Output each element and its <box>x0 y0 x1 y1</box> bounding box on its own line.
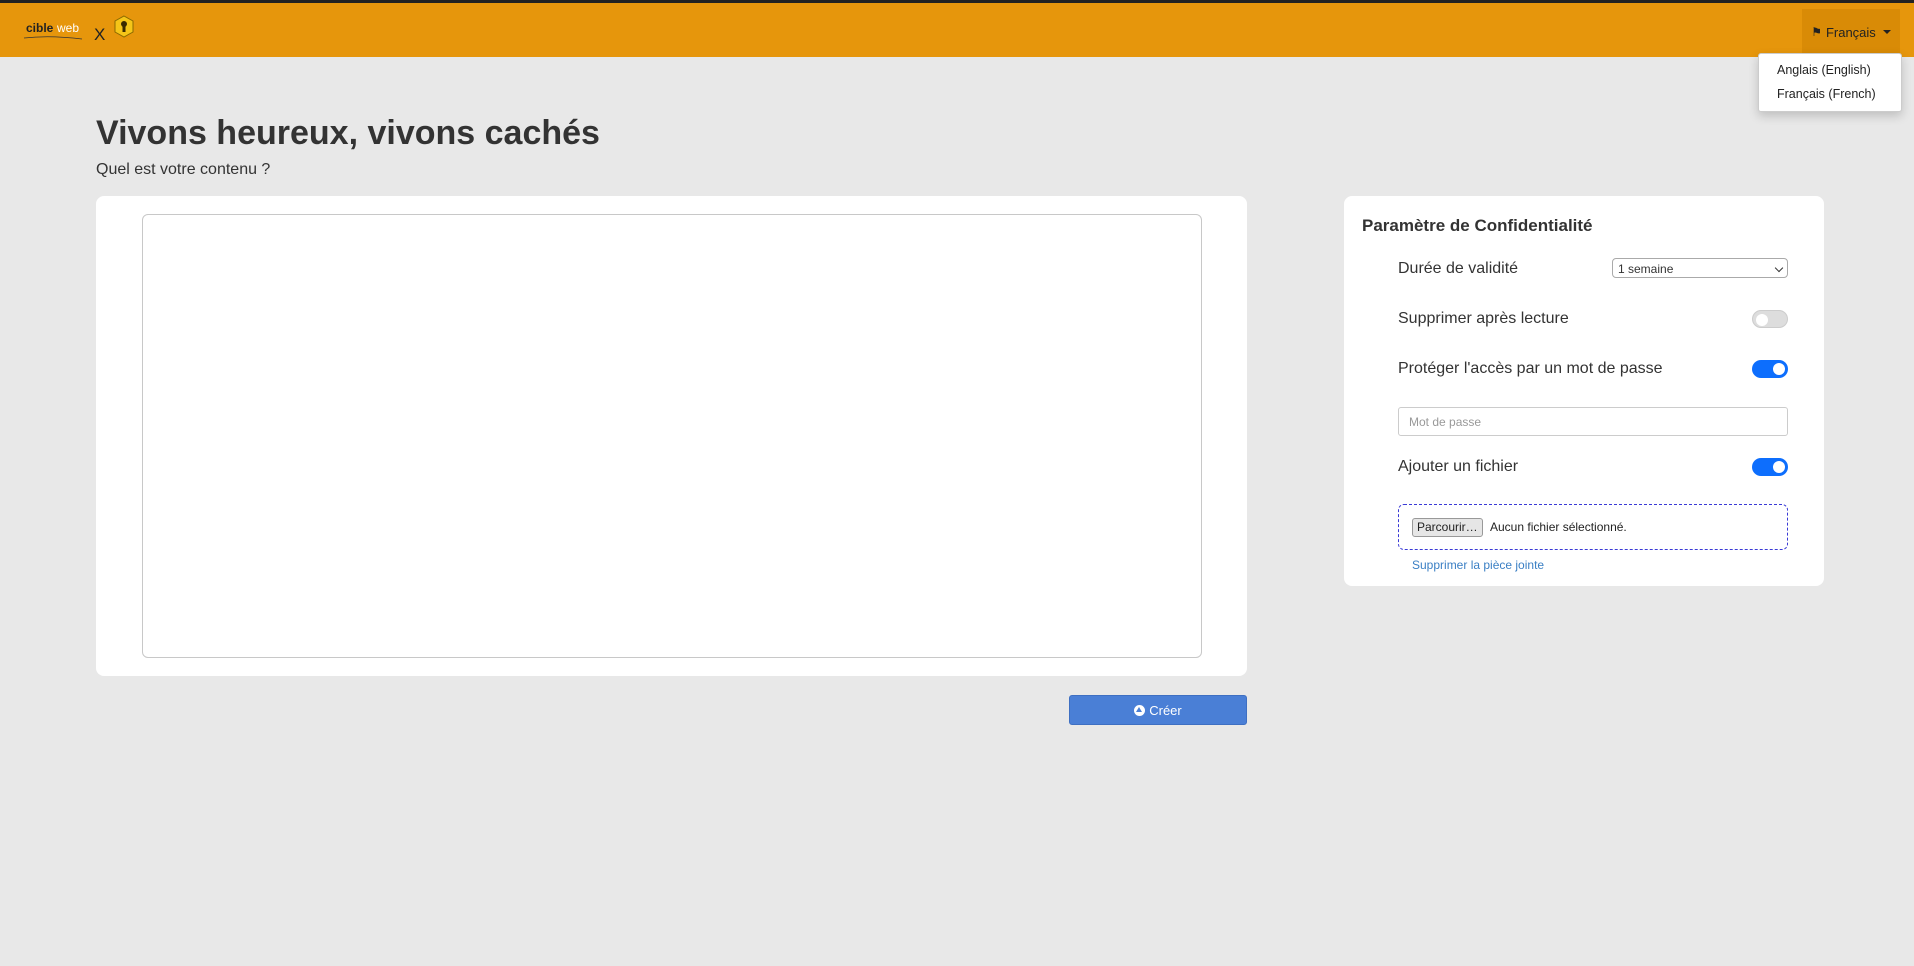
flag-icon: ⚑ <box>1811 25 1822 39</box>
language-button-label: Français <box>1825 24 1876 40</box>
toggle-knob <box>1773 461 1785 473</box>
delete-after-read-label: Supprimer après lecture <box>1398 310 1569 327</box>
content-panel <box>96 196 1247 676</box>
create-button[interactable]: Créer <box>1069 695 1247 725</box>
language-option-french[interactable]: Français (French) <box>1759 82 1901 106</box>
file-drop-zone[interactable]: Parcourir… Aucun fichier sélectionné. <box>1398 504 1788 550</box>
chevron-down-icon <box>1774 263 1784 273</box>
upload-circle-icon <box>1134 704 1146 716</box>
toggle-knob <box>1773 363 1785 375</box>
page-title: Vivons heureux, vivons cachés <box>96 114 600 152</box>
navbar: cible web X ⚑ Français <box>0 3 1914 57</box>
toggle-knob <box>1756 314 1768 326</box>
site-logo[interactable]: cible web X <box>20 13 142 47</box>
password-input[interactable] <box>1398 407 1788 436</box>
add-file-label: Ajouter un fichier <box>1398 458 1519 475</box>
validity-select[interactable]: 1 semaine <box>1612 258 1788 278</box>
language-menu: Anglais (English) Français (French) <box>1758 53 1902 112</box>
delete-after-read-toggle[interactable] <box>1752 310 1788 328</box>
language-option-english[interactable]: Anglais (English) <box>1759 58 1901 82</box>
add-file-toggle[interactable] <box>1752 458 1788 476</box>
remove-attachment-link[interactable]: Supprimer la pièce jointe <box>1412 558 1544 572</box>
logo-separator: X <box>94 25 105 44</box>
content-textarea[interactable] <box>142 214 1202 658</box>
file-status: Aucun fichier sélectionné. <box>1490 520 1627 534</box>
caret-down-icon <box>1882 30 1891 34</box>
validity-label: Durée de validité <box>1398 260 1519 277</box>
svg-text:cible: cible <box>26 21 54 35</box>
password-protect-toggle[interactable] <box>1752 360 1788 378</box>
create-button-label: Créer <box>1149 702 1182 718</box>
privacy-settings-panel: Paramètre de Confidentialité Durée de va… <box>1344 196 1824 586</box>
settings-title: Paramètre de Confidentialité <box>1362 216 1593 235</box>
language-dropdown-button[interactable]: ⚑ Français <box>1802 9 1900 55</box>
svg-text:web: web <box>56 21 79 35</box>
browse-button[interactable]: Parcourir… <box>1412 518 1483 537</box>
content-prompt: Quel est votre contenu ? <box>96 161 271 178</box>
password-protect-label: Protéger l'accès par un mot de passe <box>1398 360 1663 377</box>
validity-select-value: 1 semaine <box>1618 262 1674 276</box>
